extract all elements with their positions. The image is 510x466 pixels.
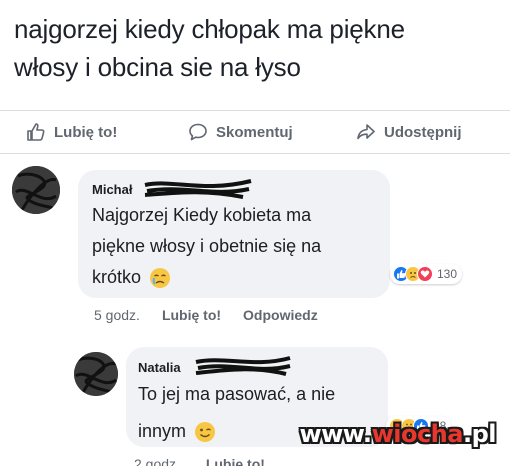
post-action-bar: Lubię to! Skomentuj Udostępnij: [0, 110, 510, 154]
reaction-count: 130: [437, 267, 458, 281]
redaction-scribble: [144, 179, 252, 199]
reply-author[interactable]: Natalia: [138, 360, 181, 375]
watermark-brand: wiocha: [371, 420, 464, 448]
comment-reply-link[interactable]: Odpowiedz: [243, 307, 318, 323]
scribbled-avatar-icon: [74, 352, 118, 396]
reaction-summary[interactable]: 130: [390, 264, 463, 284]
comment-button-label: Skomentuj: [216, 123, 293, 141]
reply-timestamp[interactable]: 2 godz.: [134, 456, 180, 466]
share-arrow-icon: [357, 124, 375, 140]
avatar[interactable]: [74, 352, 118, 396]
post-text-line-1: najgorzej kiedy chłopak ma piękne: [14, 14, 405, 44]
comment-meta: 5 godz. Lubię to! Odpowiedz: [94, 307, 318, 323]
thumbs-up-icon: [27, 123, 45, 141]
comment-button[interactable]: Skomentuj: [188, 111, 293, 153]
watermark-suffix: .pl: [462, 420, 497, 448]
comment-text-last-line: krótko: [92, 262, 321, 293]
like-button-label: Lubię to!: [54, 123, 118, 141]
comment-text-line: piękne włosy i obetnie się na: [92, 236, 322, 256]
share-button-label: Udostępnij: [384, 123, 462, 141]
comment-text: Najgorzej Kiedy kobieta ma piękne włosy …: [92, 200, 321, 293]
like-button[interactable]: Lubię to!: [26, 111, 117, 153]
site-watermark: www.wiocha.pl: [299, 420, 496, 448]
comment-text-line: krótko: [92, 267, 142, 287]
reply-text-line: To jej ma pasować, a nie: [138, 384, 336, 404]
share-button[interactable]: Udostępnij: [356, 111, 462, 153]
redaction-scribble: [195, 356, 291, 376]
speech-bubble-icon: [189, 123, 207, 141]
scribbled-avatar-icon: [12, 166, 60, 214]
comment-like-link[interactable]: Lubię to!: [162, 307, 221, 323]
comment-text-line: Najgorzej Kiedy kobieta ma: [92, 205, 312, 225]
reply-like-link[interactable]: Lubię to!: [206, 456, 265, 466]
watermark-prefix: www.: [299, 420, 372, 448]
comment-author[interactable]: Michał: [92, 182, 132, 197]
avatar[interactable]: [12, 166, 60, 214]
post-text-line-2: włosy i obcina sie na łyso: [14, 52, 301, 82]
crying-face-icon: [150, 267, 171, 288]
comment-timestamp[interactable]: 5 godz.: [94, 307, 140, 323]
love-reaction-icon: [417, 266, 433, 282]
reply-text-line: innym: [138, 421, 187, 441]
winking-face-icon: [195, 421, 216, 442]
reply-meta: 2 godz. Lubię to!: [134, 456, 265, 466]
post-text: najgorzej kiedy chłopak ma piękne włosy …: [14, 10, 498, 86]
